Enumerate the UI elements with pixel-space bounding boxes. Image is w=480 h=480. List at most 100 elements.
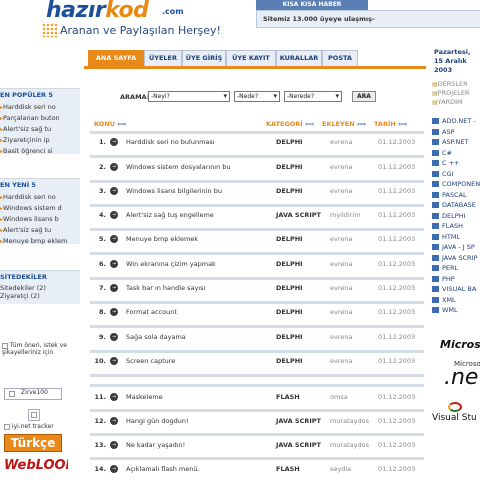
news-ticker[interactable]: Sitemiz 13.000 üyeye ulaşmış-	[256, 10, 480, 28]
yeni-item[interactable]: Alert'siz sağ tu	[0, 225, 80, 236]
table-row[interactable]: 11. → Maskeleme FLASH omsa 01.12.2003	[90, 390, 424, 404]
row-author[interactable]: evrena	[330, 357, 352, 365]
table-row[interactable]: 13. → Ne kadar yaşadın! JAVA SCRIPT muratayd…	[90, 438, 424, 452]
sort-arrows-icon[interactable]: ⇦⇨	[305, 122, 314, 128]
visual-studio-logo[interactable]: Visual Stu	[432, 402, 480, 424]
col-konu[interactable]: KONU ⇦⇨	[94, 120, 126, 128]
row-category[interactable]: DELPHI	[276, 284, 303, 292]
yeni-item[interactable]: Windows sistem d	[0, 203, 80, 214]
populer-item[interactable]: Basit öğrenci si	[0, 146, 80, 157]
turkce-banner[interactable]: Türkçe	[4, 434, 62, 452]
populer-item[interactable]: Alert'siz sağ tu	[0, 124, 80, 135]
table-row[interactable]: 12. → Hangi gün dogdun! JAVA SCRIPT muratayd…	[90, 414, 424, 428]
yeni-item[interactable]: Harddisk seri no	[0, 192, 80, 203]
row-category[interactable]: FLASH	[276, 465, 300, 473]
small-banner[interactable]	[28, 409, 40, 421]
right-link-dersler[interactable]: DERSLER	[432, 80, 480, 89]
language-link[interactable]: VISUAL BA	[432, 284, 476, 294]
language-link[interactable]: ASP	[432, 127, 455, 137]
populer-item[interactable]: Parçalanan buton	[0, 113, 80, 124]
language-link[interactable]: DELPHI	[432, 211, 465, 221]
row-title[interactable]: Maskeleme	[126, 393, 274, 401]
language-link[interactable]: ADO.NET -	[432, 116, 476, 126]
row-category[interactable]: DELPHI	[276, 138, 303, 146]
row-author[interactable]: myildirim	[330, 211, 361, 219]
row-title[interactable]: Task bar ın handle sayısı	[126, 284, 274, 292]
table-row[interactable]: 8. → Format account DELPHI evrena 01.12.2003	[90, 305, 424, 319]
tab-uyeler[interactable]: ÜYELER	[144, 50, 182, 66]
row-author[interactable]: evrena	[330, 235, 352, 243]
sort-arrows-icon[interactable]: ⇦⇨	[398, 122, 407, 128]
row-title[interactable]: Harddisk seri no bulunması	[126, 138, 274, 146]
row-title[interactable]: Alert'siz sağ tuş engelleme	[126, 211, 274, 219]
language-link[interactable]: C#	[432, 148, 452, 158]
microsoft-net-logo[interactable]: Microsof .ne	[440, 360, 480, 394]
table-row[interactable]: 2. → Windows sistem dosyalarının bu DELPHI e…	[90, 160, 424, 174]
row-title[interactable]: Win ekranına çizim yapmak	[126, 260, 274, 268]
populer-item[interactable]: Harddisk seri no	[0, 102, 80, 113]
row-category[interactable]: DELPHI	[276, 235, 303, 243]
search-button[interactable]: ARA	[352, 91, 376, 102]
language-link[interactable]: PERL	[432, 263, 458, 273]
table-row[interactable]: 6. → Win ekranına çizim yapmak DELPHI evrena…	[90, 257, 424, 271]
row-title[interactable]: Sağa sola dayama	[126, 333, 274, 341]
row-author[interactable]: evrena	[330, 163, 352, 171]
language-link[interactable]: HTML	[432, 232, 460, 242]
row-category[interactable]: DELPHI	[276, 260, 303, 268]
language-link[interactable]: ASP.NET	[432, 137, 469, 147]
language-link[interactable]: JAVA SCRIP	[432, 253, 477, 263]
sort-arrows-icon[interactable]: ⇦⇨	[357, 122, 366, 128]
site-logo[interactable]: hazırkod .com Aranan ve Paylaşılan Herşe…	[42, 0, 221, 40]
row-author[interactable]: murataydos	[330, 417, 369, 425]
tracker-banner[interactable]: iyi.net tracker	[4, 423, 62, 433]
row-author[interactable]: evrena	[330, 333, 352, 341]
weblook-banner[interactable]: WebLOOK	[4, 458, 68, 478]
language-link[interactable]: JAVA - J SP	[432, 242, 475, 252]
language-link[interactable]: PASCAL	[432, 190, 467, 200]
table-row[interactable]: 7. → Task bar ın handle sayısı DELPHI evrena…	[90, 281, 424, 295]
search-category-select[interactable]: -Nede?	[234, 91, 280, 102]
yeni-item[interactable]: Windows lisans b	[0, 214, 80, 225]
row-author[interactable]: evrena	[330, 187, 352, 195]
row-title[interactable]: Format account	[126, 308, 274, 316]
microsoft-logo[interactable]: Microsoft	[440, 338, 480, 351]
language-link[interactable]: COMPONEN	[432, 179, 480, 189]
row-category[interactable]: JAVA SCRIPT	[276, 417, 321, 425]
row-author[interactable]: evrena	[330, 308, 352, 316]
populer-item[interactable]: Ziyaretçinin ip	[0, 135, 80, 146]
row-title[interactable]: Açıklamalı flash menü.	[126, 465, 274, 473]
row-title[interactable]: Windows lisans bilgilerinin bu	[126, 187, 274, 195]
language-link[interactable]: DATABASE	[432, 200, 476, 210]
table-row[interactable]: 10. → Screen capture DELPHI evrena 01.12.2003	[90, 354, 424, 368]
language-link[interactable]: PHP	[432, 274, 455, 284]
row-author[interactable]: seydia	[330, 465, 351, 473]
row-title[interactable]: Hangi gün dogdun!	[126, 417, 274, 425]
table-row[interactable]: 14. → Açıklamalı flash menü. FLASH seydia 01.…	[90, 462, 424, 476]
tab-posta[interactable]: POSTA	[322, 50, 358, 66]
table-row[interactable]: 4. → Alert'siz sağ tuş engelleme JAVA SCRIP…	[90, 208, 424, 222]
row-title[interactable]: Menuye bmp eklemek	[126, 235, 274, 243]
row-author[interactable]: evrena	[330, 284, 352, 292]
row-category[interactable]: DELPHI	[276, 163, 303, 171]
tab-uye-kayit[interactable]: ÜYE KAYIT	[226, 50, 276, 66]
suggestion-banner[interactable]: Tüm öneri, istek ve şikayelleriniz için	[2, 342, 72, 366]
row-author[interactable]: omsa	[330, 393, 348, 401]
search-input[interactable]: -Neyi?	[148, 91, 230, 102]
right-link-projeler[interactable]: PROJELER	[432, 89, 480, 98]
row-author[interactable]: evrena	[330, 260, 352, 268]
row-category[interactable]: JAVA SCRIPT	[276, 211, 321, 219]
table-row[interactable]: 5. → Menuye bmp eklemek DELPHI evrena 01.12.2…	[90, 232, 424, 246]
row-author[interactable]: evrena	[330, 138, 352, 146]
tab-uye-giris[interactable]: ÜYE GİRİŞ	[182, 50, 226, 66]
row-category[interactable]: DELPHI	[276, 187, 303, 195]
search-field-select[interactable]: -Nerede?	[284, 91, 342, 102]
zirve100-banner[interactable]: Zirve100	[4, 388, 62, 400]
row-category[interactable]: FLASH	[276, 393, 300, 401]
right-link-yardim[interactable]: YARDIM	[432, 98, 480, 107]
table-row[interactable]: 3. → Windows lisans bilgilerinin bu DELPHI e…	[90, 184, 424, 198]
row-title[interactable]: Windows sistem dosyalarının bu	[126, 163, 274, 171]
language-link[interactable]: C ++	[432, 158, 460, 168]
language-link[interactable]: XML	[432, 295, 456, 305]
row-category[interactable]: DELPHI	[276, 357, 303, 365]
row-title[interactable]: Screen capture	[126, 357, 274, 365]
